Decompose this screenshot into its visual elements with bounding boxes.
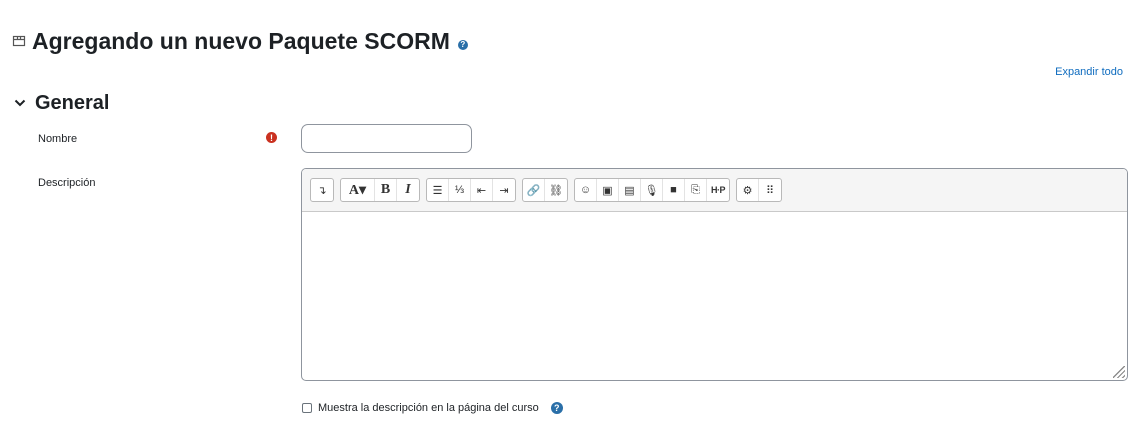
media-icon[interactable]: ▤ [619,179,641,201]
unlink-icon[interactable]: ⛓ [545,179,567,201]
link-icon[interactable]: 🔗 [523,179,545,201]
record-audio-icon[interactable]: 🎙 [641,179,663,201]
accessibility-checker-icon[interactable]: ⚙ [737,179,759,201]
required-icon: ! [266,132,277,143]
page-title-text: Agregando un nuevo Paquete SCORM [32,28,450,54]
toolbar-group: ☺ ▣ ▤ 🎙 ■ ⎘ H·P [574,178,730,202]
package-icon [12,33,26,50]
chevron-down-icon[interactable] [14,96,26,111]
image-icon[interactable]: ▣ [597,179,619,201]
description-label: Descripción [38,177,96,189]
toolbar-group: ☰ ⅓ ⇤ ⇥ [426,178,516,202]
toolbar-group: ↴ [310,178,334,202]
toolbar-group: ⚙ ⠿ [736,178,782,202]
show-description-label: Muestra la descripción en la página del … [318,402,539,414]
h5p-icon[interactable]: H·P [707,179,729,201]
emoji-icon[interactable]: ☺ [575,179,597,201]
section-header-general[interactable]: General [14,92,109,115]
toolbar-group: 🔗 ⛓ [522,178,568,202]
indent-icon[interactable]: ⇥ [493,179,515,201]
unordered-list-icon[interactable]: ☰ [427,179,449,201]
bold-button[interactable]: B [375,179,397,201]
description-editor[interactable]: ↴ A▾ B I ☰ ⅓ ⇤ ⇥ 🔗 ⛓ ☺ ▣ ▤ 🎙 ■ ⎘ H·P ⚙ ⠿ [301,168,1128,381]
italic-button[interactable]: I [397,179,419,201]
resize-handle-icon[interactable] [1113,366,1125,378]
page-title: Agregando un nuevo Paquete SCORM ? [12,28,468,55]
ordered-list-icon[interactable]: ⅓ [449,179,471,201]
toolbar-group: A▾ B I [340,178,420,202]
show-description-checkbox[interactable] [302,403,312,413]
section-title: General [35,92,110,114]
show-description-option[interactable]: Muestra la descripción en la página del … [302,402,563,414]
expand-all-link[interactable]: Expandir todo [1055,66,1123,78]
font-style-dropdown[interactable]: A▾ [341,179,375,201]
screenreader-helper-icon[interactable]: ⠿ [759,179,781,201]
help-icon[interactable]: ? [550,402,563,414]
editor-content-area[interactable] [302,212,1127,380]
outdent-icon[interactable]: ⇤ [471,179,493,201]
help-icon[interactable]: ? [457,39,468,50]
manage-files-icon[interactable]: ⎘ [685,179,707,201]
name-input[interactable] [301,124,472,153]
record-video-icon[interactable]: ■ [663,179,685,201]
editor-toolbar: ↴ A▾ B I ☰ ⅓ ⇤ ⇥ 🔗 ⛓ ☺ ▣ ▤ 🎙 ■ ⎘ H·P ⚙ ⠿ [302,169,1127,212]
name-label: Nombre [38,133,78,145]
show-more-icon[interactable]: ↴ [311,179,333,201]
